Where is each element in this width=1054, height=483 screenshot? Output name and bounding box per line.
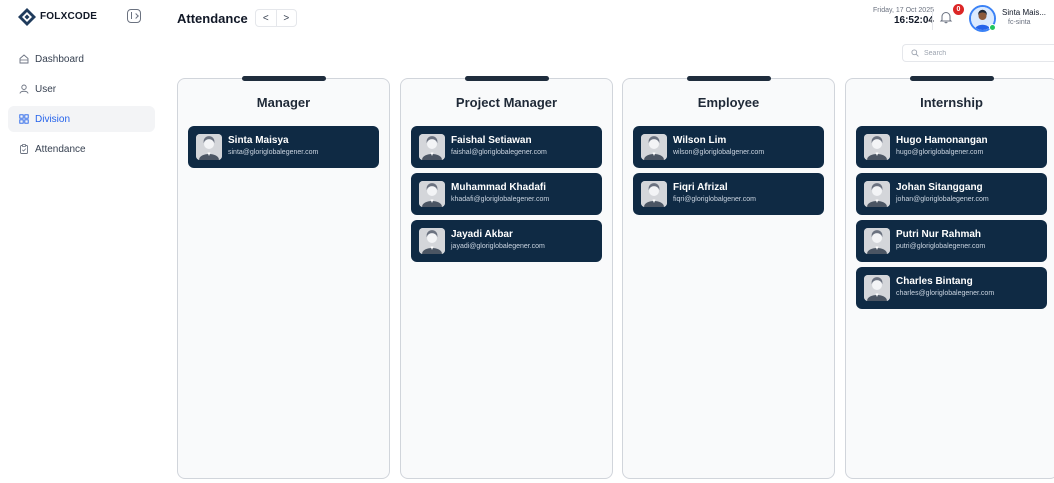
user-handle: fc-sinta [1008, 19, 1031, 26]
member-avatar-icon [419, 228, 445, 254]
member-card[interactable]: Sinta Maisya sinta@gloriglobalegener.com [188, 126, 379, 168]
member-name: Hugo Hamonangan [896, 135, 988, 146]
member-card[interactable]: Muhammad Khadafi khadafi@gloriglobalegene… [411, 173, 602, 215]
member-avatar-icon [419, 181, 445, 207]
member-email: khadafi@gloriglobalegener.com [451, 196, 550, 203]
member-email: fiqri@gloriglobalgener.com [673, 196, 756, 203]
column-drag-handle[interactable] [242, 76, 326, 81]
column-drag-handle[interactable] [687, 76, 771, 81]
member-name: Charles Bintang [896, 276, 973, 287]
member-email: wilson@gloriglobalgener.com [673, 149, 765, 156]
member-card[interactable]: Jayadi Akbar jayadi@gloriglobalegener.com [411, 220, 602, 262]
user-icon [19, 84, 29, 94]
clipboard-icon [20, 144, 28, 154]
member-email: johan@gloriglobalegener.com [896, 196, 989, 203]
division-column-manager: Manager Sinta Maisya sinta@gloriglobalege… [177, 76, 390, 479]
current-date: Friday, 17 Oct 2025 [873, 7, 934, 14]
back-button[interactable]: < [256, 10, 276, 26]
member-card-list: Faishal Setiawan faishal@gloriglobalegene… [411, 126, 602, 267]
member-avatar-icon [641, 134, 667, 160]
member-email: charles@gloriglobalegener.com [896, 290, 995, 297]
search-icon [911, 49, 919, 57]
member-avatar-icon [864, 134, 890, 160]
member-avatar-icon [864, 228, 890, 254]
sidebar-item-label: Attendance [35, 143, 86, 155]
member-name: Faishal Setiawan [451, 135, 532, 146]
home-icon [19, 54, 29, 64]
sidebar-collapse-icon[interactable] [127, 9, 141, 23]
member-card-list: Wilson Lim wilson@gloriglobalgener.com Fiq… [633, 126, 824, 220]
search-input[interactable] [924, 49, 1044, 57]
member-card[interactable]: Charles Bintang charles@gloriglobalegener… [856, 267, 1047, 309]
column-drag-handle[interactable] [465, 76, 549, 81]
sidebar-item-division[interactable]: Division [8, 106, 155, 132]
division-icon [19, 114, 29, 124]
sidebar-item-dashboard[interactable]: Dashboard [8, 46, 155, 72]
member-card[interactable]: Faishal Setiawan faishal@gloriglobalegene… [411, 126, 602, 168]
user-name[interactable]: Sinta Mais... [1002, 8, 1046, 17]
member-email: sinta@gloriglobalegener.com [228, 149, 319, 156]
division-board: Manager Sinta Maisya sinta@gloriglobalege… [163, 70, 1054, 483]
member-avatar-icon [864, 275, 890, 301]
brand-name: FOLXCODE [40, 11, 98, 22]
sidebar-nav: Dashboard User Division Attendance [8, 46, 155, 166]
member-email: faishal@gloriglobalegener.com [451, 149, 547, 156]
member-email: putri@gloriglobalegener.com [896, 243, 986, 250]
column-title: Employee [697, 95, 760, 110]
member-card[interactable]: Hugo Hamonangan hugo@gloriglobalgener.com [856, 126, 1047, 168]
column-drag-handle[interactable] [910, 76, 994, 81]
member-name: Wilson Lim [673, 135, 727, 146]
current-time: 16:52:04 [893, 15, 934, 26]
member-email: jayadi@gloriglobalegener.com [451, 243, 545, 250]
member-name: Jayadi Akbar [451, 229, 513, 240]
forward-button[interactable]: > [275, 10, 297, 26]
sidebar-item-label: User [35, 83, 57, 95]
page-title: Attendance [177, 11, 248, 26]
sidebar-item-attendance[interactable]: Attendance [8, 136, 155, 162]
sidebar-item-user[interactable]: User [8, 76, 155, 102]
member-avatar-icon [864, 181, 890, 207]
folxcode-logo-icon [18, 8, 36, 26]
member-name: Fiqri Afrizal [673, 182, 728, 193]
member-card[interactable]: Wilson Lim wilson@gloriglobalgener.com [633, 126, 824, 168]
member-card-list: Hugo Hamonangan hugo@gloriglobalgener.com… [856, 126, 1047, 314]
member-card[interactable]: Fiqri Afrizal fiqri@gloriglobalgener.com [633, 173, 824, 215]
topbar: Attendance < > Friday, 17 Oct 2025 16:52… [163, 0, 1054, 62]
member-card[interactable]: Putri Nur Rahmah putri@gloriglobalegener.… [856, 220, 1047, 262]
logo-row: FOLXCODE [0, 0, 163, 40]
member-avatar-icon [419, 134, 445, 160]
app-root: FOLXCODE Dashboard User Division Attenda… [0, 0, 1054, 483]
history-nav: < > [255, 9, 297, 27]
sidebar-item-label: Division [35, 113, 71, 125]
member-name: Sinta Maisya [228, 135, 289, 146]
division-column-employee: Employee Wilson Lim wilson@gloriglobalgen… [622, 76, 835, 479]
member-name: Putri Nur Rahmah [896, 229, 982, 240]
division-column-project-manager: Project Manager Faishal Setiawan faishal@… [400, 76, 613, 479]
column-title: Internship [920, 95, 983, 110]
member-avatar-icon [196, 134, 222, 160]
column-title: Project Manager [455, 95, 558, 110]
sidebar: FOLXCODE Dashboard User Division Attenda… [0, 0, 163, 483]
member-name: Johan Sitanggang [896, 182, 983, 193]
member-card-list: Sinta Maisya sinta@gloriglobalegener.com [188, 126, 379, 173]
column-title: Manager [256, 95, 311, 110]
division-column-internship: Internship Hugo Hamonangan hugo@gloriglob… [845, 76, 1054, 479]
online-status-indicator [989, 24, 996, 31]
search-box [902, 44, 1054, 62]
notification-badge: 0 [953, 4, 964, 15]
sidebar-item-label: Dashboard [35, 53, 84, 65]
divider [932, 8, 933, 30]
member-name: Muhammad Khadafi [451, 182, 547, 193]
member-card[interactable]: Johan Sitanggang johan@gloriglobalegener.… [856, 173, 1047, 215]
bell-icon[interactable] [939, 10, 953, 24]
member-email: hugo@gloriglobalgener.com [896, 149, 984, 156]
member-avatar-icon [641, 181, 667, 207]
datetime: Friday, 17 Oct 2025 16:52:04 [873, 7, 934, 26]
